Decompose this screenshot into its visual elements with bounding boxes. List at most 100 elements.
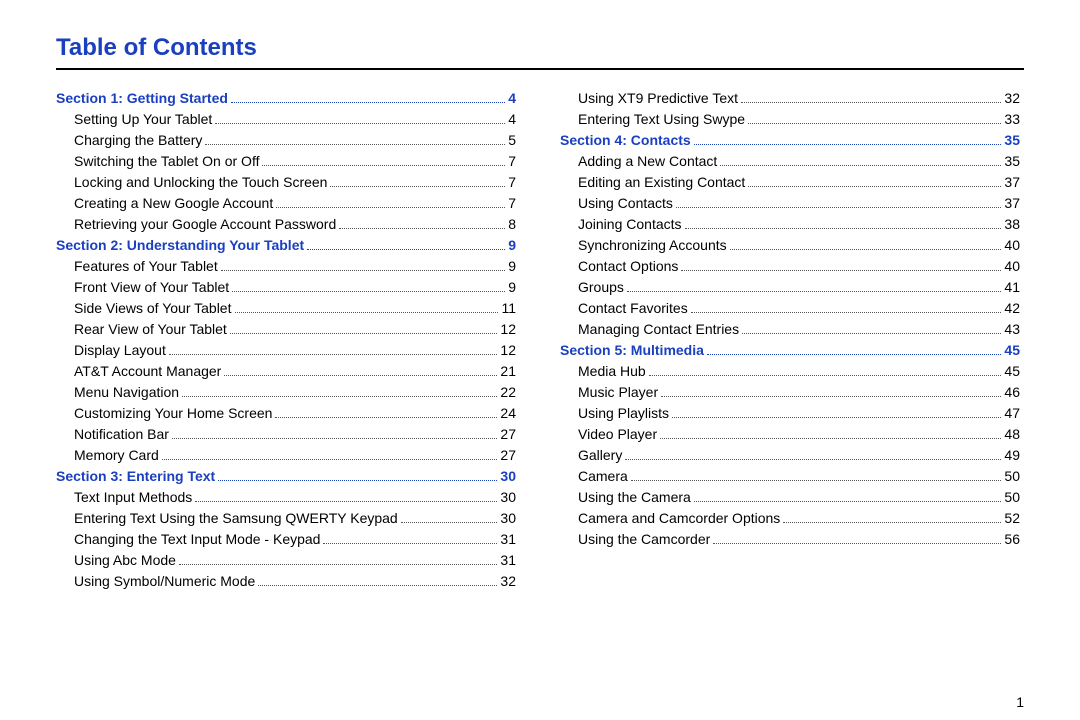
toc-entry-title: Video Player <box>560 424 657 445</box>
toc-entry-row[interactable]: Contact Options40 <box>560 256 1020 277</box>
toc-columns: Section 1: Getting Started4Setting Up Yo… <box>56 88 1024 592</box>
toc-page-number: 40 <box>1004 256 1020 277</box>
toc-entry-row[interactable]: Contact Favorites42 <box>560 298 1020 319</box>
toc-entry-row[interactable]: Changing the Text Input Mode - Keypad31 <box>56 529 516 550</box>
dot-leader <box>742 323 1001 334</box>
toc-entry-title: Memory Card <box>56 445 159 466</box>
toc-entry-row[interactable]: Front View of Your Tablet9 <box>56 277 516 298</box>
toc-entry-row[interactable]: Video Player48 <box>560 424 1020 445</box>
toc-entry-row[interactable]: Side Views of Your Tablet11 <box>56 298 516 319</box>
toc-entry-title: Entering Text Using the Samsung QWERTY K… <box>56 508 398 529</box>
toc-entry-row[interactable]: Memory Card 27 <box>56 445 516 466</box>
toc-entry-row[interactable]: Media Hub 45 <box>560 361 1020 382</box>
toc-entry-row[interactable]: Gallery49 <box>560 445 1020 466</box>
toc-entry-row[interactable]: Retrieving your Google Account Password 8 <box>56 214 516 235</box>
toc-entry-title: Using Contacts <box>560 193 673 214</box>
toc-entry-row[interactable]: Groups41 <box>560 277 1020 298</box>
toc-entry-row[interactable]: Using Playlists47 <box>560 403 1020 424</box>
toc-entry-title: Switching the Tablet On or Off <box>56 151 259 172</box>
toc-page-number: 24 <box>500 403 516 424</box>
toc-entry-row[interactable]: Using the Camcorder56 <box>560 529 1020 550</box>
toc-entry-row[interactable]: Entering Text Using the Samsung QWERTY K… <box>56 508 516 529</box>
toc-entry-title: Using XT9 Predictive Text <box>560 88 738 109</box>
toc-entry-row[interactable]: Switching the Tablet On or Off7 <box>56 151 516 172</box>
toc-entry-title: Editing an Existing Contact <box>560 172 745 193</box>
toc-entry-title: Front View of Your Tablet <box>56 277 229 298</box>
toc-page-number: 8 <box>508 214 516 235</box>
toc-entry-title: Customizing Your Home Screen <box>56 403 272 424</box>
toc-page-number: 42 <box>1004 298 1020 319</box>
toc-entry-row[interactable]: Locking and Unlocking the Touch Screen7 <box>56 172 516 193</box>
page: Table of Contents Section 1: Getting Sta… <box>0 0 1080 720</box>
toc-page-number: 7 <box>508 193 516 214</box>
toc-section-row[interactable]: Section 3: Entering Text30 <box>56 466 516 487</box>
toc-entry-row[interactable]: Rear View of Your Tablet12 <box>56 319 516 340</box>
toc-entry-row[interactable]: Using XT9 Predictive Text32 <box>560 88 1020 109</box>
toc-entry-row[interactable]: Creating a New Google Account7 <box>56 193 516 214</box>
toc-entry-row[interactable]: Joining Contacts38 <box>560 214 1020 235</box>
toc-entry-row[interactable]: Adding a New Contact35 <box>560 151 1020 172</box>
toc-section-title: Section 4: Contacts <box>560 130 691 151</box>
toc-page-number: 27 <box>500 445 516 466</box>
toc-entry-row[interactable]: Synchronizing Accounts40 <box>560 235 1020 256</box>
toc-entry-title: Camera and Camcorder Options <box>560 508 780 529</box>
toc-page-number: 35 <box>1004 130 1020 151</box>
toc-entry-row[interactable]: Notification Bar27 <box>56 424 516 445</box>
toc-section-title: Section 5: Multimedia <box>560 340 704 361</box>
toc-entry-row[interactable]: Using Abc Mode31 <box>56 550 516 571</box>
toc-column-right: Using XT9 Predictive Text32Entering Text… <box>560 88 1020 592</box>
toc-page-number: 41 <box>1004 277 1020 298</box>
dot-leader <box>215 113 505 124</box>
page-title: Table of Contents <box>56 34 1024 62</box>
toc-entry-row[interactable]: Camera50 <box>560 466 1020 487</box>
toc-entry-title: Gallery <box>560 445 622 466</box>
dot-leader <box>681 260 1001 271</box>
toc-entry-row[interactable]: Using the Camera50 <box>560 487 1020 508</box>
dot-leader <box>323 533 497 544</box>
toc-page-number: 45 <box>1004 361 1020 382</box>
toc-entry-row[interactable]: Menu Navigation22 <box>56 382 516 403</box>
toc-entry-title: Features of Your Tablet <box>56 256 218 277</box>
toc-page-number: 38 <box>1004 214 1020 235</box>
toc-entry-title: Media Hub <box>560 361 646 382</box>
toc-page-number: 45 <box>1004 340 1020 361</box>
toc-page-number: 35 <box>1004 151 1020 172</box>
toc-entry-row[interactable]: Using Symbol/Numeric Mode32 <box>56 571 516 592</box>
dot-leader <box>748 176 1001 187</box>
toc-section-row[interactable]: Section 4: Contacts 35 <box>560 130 1020 151</box>
toc-entry-row[interactable]: Display Layout12 <box>56 340 516 361</box>
toc-entry-title: Using Playlists <box>560 403 669 424</box>
toc-page-number: 31 <box>500 529 516 550</box>
toc-entry-title: Setting Up Your Tablet <box>56 109 212 130</box>
toc-entry-row[interactable]: Features of Your Tablet9 <box>56 256 516 277</box>
toc-entry-row[interactable]: AT&T Account Manager21 <box>56 361 516 382</box>
toc-section-row[interactable]: Section 1: Getting Started4 <box>56 88 516 109</box>
toc-section-row[interactable]: Section 2: Understanding Your Tablet9 <box>56 235 516 256</box>
toc-page-number: 4 <box>508 109 516 130</box>
toc-entry-row[interactable]: Setting Up Your Tablet 4 <box>56 109 516 130</box>
dot-leader <box>730 239 1002 250</box>
dot-leader <box>649 365 1002 376</box>
toc-entry-row[interactable]: Customizing Your Home Screen 24 <box>56 403 516 424</box>
toc-page-number: 7 <box>508 172 516 193</box>
dot-leader <box>230 323 498 334</box>
toc-page-number: 37 <box>1004 172 1020 193</box>
toc-entry-row[interactable]: Text Input Methods30 <box>56 487 516 508</box>
dot-leader <box>232 281 505 292</box>
toc-entry-row[interactable]: Editing an Existing Contact 37 <box>560 172 1020 193</box>
toc-page-number: 32 <box>500 571 516 592</box>
toc-page-number: 30 <box>500 508 516 529</box>
dot-leader <box>276 197 505 208</box>
toc-page-number: 4 <box>508 88 516 109</box>
dot-leader <box>235 302 499 313</box>
toc-entry-row[interactable]: Entering Text Using Swype33 <box>560 109 1020 130</box>
toc-entry-row[interactable]: Music Player46 <box>560 382 1020 403</box>
toc-section-row[interactable]: Section 5: Multimedia 45 <box>560 340 1020 361</box>
dot-leader <box>218 470 497 481</box>
dot-leader <box>258 575 497 586</box>
toc-entry-row[interactable]: Managing Contact Entries43 <box>560 319 1020 340</box>
toc-entry-row[interactable]: Charging the Battery5 <box>56 130 516 151</box>
toc-entry-title: Retrieving your Google Account Password <box>56 214 336 235</box>
toc-entry-row[interactable]: Camera and Camcorder Options52 <box>560 508 1020 529</box>
toc-entry-row[interactable]: Using Contacts37 <box>560 193 1020 214</box>
